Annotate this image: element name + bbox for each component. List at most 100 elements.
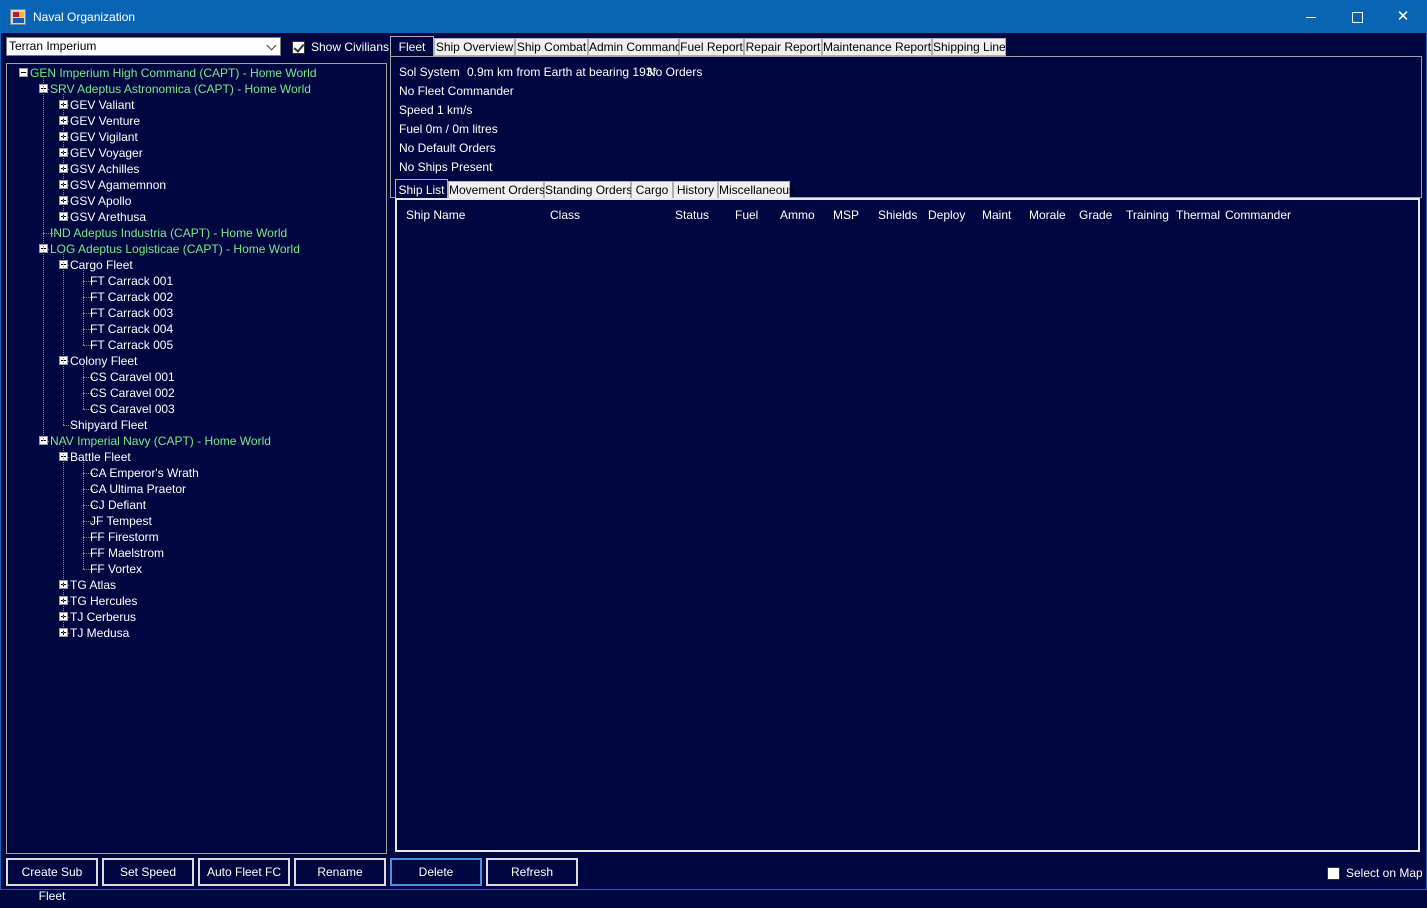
checkbox-icon[interactable] <box>1327 866 1340 880</box>
tab-shipping-line[interactable]: Shipping Line <box>932 38 1006 56</box>
checkbox-icon[interactable] <box>292 40 305 54</box>
tree-node[interactable]: NAV Imperial Navy (CAPT) - Home World <box>50 433 271 449</box>
column-header-training[interactable]: Training <box>1126 208 1169 222</box>
tree-node[interactable]: IND Adeptus Industria (CAPT) - Home Worl… <box>50 225 287 241</box>
fleet-system: Sol System <box>399 65 460 79</box>
rename-button[interactable]: Rename <box>294 858 386 886</box>
tab-ship-combat[interactable]: Ship Combat <box>515 38 588 56</box>
title-bar[interactable]: Naval Organization ✕ <box>1 1 1426 33</box>
tab-maintenance-report[interactable]: Maintenance Report <box>822 38 932 56</box>
auto-fleet-fc-button[interactable]: Auto Fleet FC <box>198 858 290 886</box>
tree-node[interactable]: FT Carrack 005 <box>90 337 173 353</box>
column-header-ship-name[interactable]: Ship Name <box>406 208 465 222</box>
fleet-default-orders: No Default Orders <box>399 141 496 155</box>
column-header-deploy[interactable]: Deploy <box>928 208 965 222</box>
fleet-info-panel: Sol System 0.9m km from Earth at bearing… <box>390 56 1422 198</box>
tree-node[interactable]: FT Carrack 003 <box>90 305 173 321</box>
set-speed-button[interactable]: Set Speed <box>102 858 194 886</box>
tree-node[interactable]: CA Ultima Praetor <box>90 481 186 497</box>
tree-node[interactable]: GEV Venture <box>70 113 140 129</box>
tree-connector <box>63 254 64 425</box>
tree-node[interactable]: FF Firestorm <box>90 529 159 545</box>
create-sub-fleet-button[interactable]: Create Sub Fleet <box>6 858 98 903</box>
tree-node[interactable]: GSV Apollo <box>70 193 131 209</box>
close-icon: ✕ <box>1396 8 1410 25</box>
tree-node[interactable]: TG Hercules <box>70 593 137 609</box>
tree-node[interactable]: CS Caravel 001 <box>90 369 175 385</box>
fleet-speed: Speed 1 km/s <box>399 103 473 117</box>
column-header-thermal[interactable]: Thermal <box>1176 208 1220 222</box>
column-header-class[interactable]: Class <box>550 208 580 222</box>
subtab-history[interactable]: History <box>673 181 718 199</box>
fleet-orders: No Orders <box>647 65 703 79</box>
tree-node[interactable]: GSV Arethusa <box>70 209 146 225</box>
select-on-map-checkbox[interactable]: Select on Map <box>1327 866 1423 880</box>
tree-node[interactable]: FF Maelstrom <box>90 545 164 561</box>
tab-ship-overview[interactable]: Ship Overview <box>434 38 515 56</box>
tree-connector <box>83 270 84 345</box>
naval-organization-window: Naval Organization ✕ Terran Imperium Sho… <box>0 0 1427 903</box>
race-select[interactable]: Terran Imperium <box>6 37 281 56</box>
tree-node[interactable]: GSV Achilles <box>70 161 139 177</box>
subtab-movement-orders[interactable]: Movement Orders <box>448 181 545 199</box>
tree-node[interactable]: Battle Fleet <box>70 449 131 465</box>
select-on-map-label: Select on Map <box>1346 866 1423 880</box>
tree-node[interactable]: FT Carrack 001 <box>90 273 173 289</box>
column-header-shields[interactable]: Shields <box>878 208 917 222</box>
column-header-ammo[interactable]: Ammo <box>780 208 815 222</box>
refresh-button[interactable]: Refresh <box>486 858 578 886</box>
tree-node[interactable]: FT Carrack 004 <box>90 321 173 337</box>
column-header-morale[interactable]: Morale <box>1029 208 1066 222</box>
tree-node[interactable]: Cargo Fleet <box>70 257 133 273</box>
tree-node[interactable]: SRV Adeptus Astronomica (CAPT) - Home Wo… <box>50 81 311 97</box>
column-header-grade[interactable]: Grade <box>1079 208 1112 222</box>
tree-node[interactable]: FT Carrack 002 <box>90 289 173 305</box>
subtab-ship-list[interactable]: Ship List <box>395 179 448 200</box>
column-header-fuel[interactable]: Fuel <box>735 208 758 222</box>
tree-node[interactable]: GEV Valiant <box>70 97 134 113</box>
window-title: Naval Organization <box>33 10 136 24</box>
tab-repair-report[interactable]: Repair Report <box>744 38 822 56</box>
tree-node[interactable]: GEV Voyager <box>70 145 143 161</box>
tree-node[interactable]: FF Vortex <box>90 561 142 577</box>
tree-node[interactable]: JF Tempest <box>90 513 152 529</box>
column-header-status[interactable]: Status <box>675 208 709 222</box>
subtab-miscellaneous[interactable]: Miscellaneous <box>718 181 795 199</box>
tree-node[interactable]: CS Caravel 003 <box>90 401 175 417</box>
tree-node[interactable]: TJ Cerberus <box>70 609 136 625</box>
minimize-button[interactable] <box>1288 1 1334 33</box>
subtab-cargo[interactable]: Cargo <box>631 181 673 199</box>
subtab-standing-orders[interactable]: Standing Orders <box>544 181 632 199</box>
maximize-button[interactable] <box>1334 1 1380 33</box>
column-header-msp[interactable]: MSP <box>833 208 859 222</box>
tree-connector <box>83 366 84 409</box>
tree-node[interactable]: Shipyard Fleet <box>70 417 147 433</box>
tab-fleet[interactable]: Fleet <box>390 36 434 57</box>
tree-node[interactable]: LOG Adeptus Logisticae (CAPT) - Home Wor… <box>50 241 300 257</box>
fleet-ships-present: No Ships Present <box>399 160 493 174</box>
chevron-down-icon[interactable] <box>263 38 280 55</box>
tree-node[interactable]: GEN Imperium High Command (CAPT) - Home … <box>30 65 317 81</box>
delete-button[interactable]: Delete <box>390 858 482 886</box>
tab-fuel-report[interactable]: Fuel Report <box>679 38 744 56</box>
tab-admin-command[interactable]: Admin Command <box>588 38 682 56</box>
tree-node[interactable]: TG Atlas <box>70 577 116 593</box>
app-icon <box>10 9 26 25</box>
ship-list-table[interactable]: Ship Name Class Status Fuel Ammo MSP Shields De… <box>395 198 1420 852</box>
tree-node[interactable]: Colony Fleet <box>70 353 137 369</box>
tree-node[interactable]: CS Caravel 002 <box>90 385 175 401</box>
fleet-commander: No Fleet Commander <box>399 84 514 98</box>
show-civilians-checkbox[interactable]: Show Civilians <box>292 40 389 54</box>
tree-node[interactable]: TJ Medusa <box>70 625 129 641</box>
tree-node[interactable]: CJ Defiant <box>90 497 146 513</box>
tree-node[interactable]: GSV Agamemnon <box>70 177 166 193</box>
tree-node[interactable]: GEV Vigilant <box>70 129 138 145</box>
column-header-maint[interactable]: Maint <box>982 208 1011 222</box>
fleet-tree[interactable]: GEN Imperium High Command (CAPT) - Home … <box>6 63 387 854</box>
collapse-minus-icon[interactable] <box>19 68 28 77</box>
close-button[interactable]: ✕ <box>1380 1 1426 33</box>
column-header-commander[interactable]: Commander <box>1225 208 1291 222</box>
tree-connector <box>63 94 64 217</box>
fleet-location: 0.9m km from Earth at bearing 193° <box>467 65 658 79</box>
tree-node[interactable]: CA Emperor's Wrath <box>90 465 199 481</box>
